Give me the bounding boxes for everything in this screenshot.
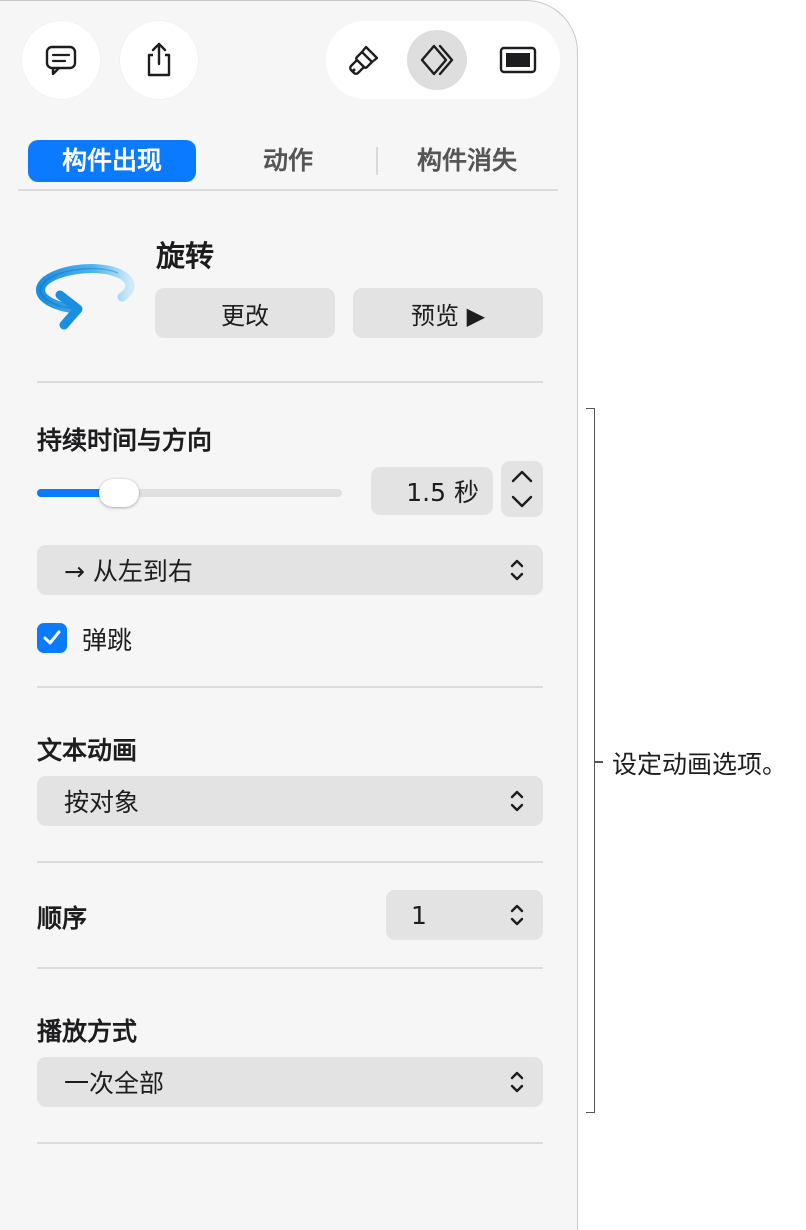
chevron-down-icon[interactable] <box>510 493 534 511</box>
order-value: 1 <box>411 900 427 930</box>
playback-select[interactable]: 一次全部 <box>37 1057 543 1107</box>
bounce-label[interactable]: 弹跳 <box>82 621 132 657</box>
text-animation-title: 文本动画 <box>37 736 138 765</box>
updown-chevron-icon <box>510 1071 524 1093</box>
playback-value: 一次全部 <box>64 1069 165 1098</box>
callout-text: 设定动画选项。 <box>612 750 788 779</box>
tab-bar: 构件出现 动作 构件消失 <box>18 133 558 189</box>
updown-chevron-icon <box>510 790 524 812</box>
updown-chevron-icon <box>510 904 524 926</box>
animate-button[interactable] <box>407 30 467 90</box>
playback-title: 播放方式 <box>37 1017 138 1046</box>
paintbrush-icon <box>349 45 379 75</box>
text-animation-value: 按对象 <box>64 788 140 817</box>
order-select[interactable]: 1 <box>386 890 543 940</box>
rotate-arrow-icon <box>36 264 135 330</box>
callout-tick <box>595 761 603 763</box>
inspector-segmented-control <box>326 21 560 99</box>
tab-build-out[interactable]: 构件消失 <box>388 140 546 182</box>
document-button[interactable] <box>488 30 548 90</box>
share-button[interactable] <box>120 21 198 99</box>
divider <box>37 381 543 383</box>
animate-sidebar: 构件出现 动作 构件消失 旋转 更改 预览 ▶ 持续时间与方向 1.5 秒 → … <box>0 0 578 1230</box>
format-button[interactable] <box>334 30 394 90</box>
duration-slider[interactable] <box>37 489 342 497</box>
tab-build-in[interactable]: 构件出现 <box>28 140 196 182</box>
duration-stepper[interactable] <box>501 461 543 517</box>
comment-button[interactable] <box>22 21 100 99</box>
text-animation-select[interactable]: 按对象 <box>37 776 543 826</box>
chevron-up-icon[interactable] <box>510 467 534 485</box>
duration-section-title: 持续时间与方向 <box>37 426 213 455</box>
document-icon <box>499 46 537 74</box>
duration-value-field[interactable]: 1.5 秒 <box>371 467 493 515</box>
tab-action[interactable]: 动作 <box>218 140 358 182</box>
divider <box>37 1142 543 1144</box>
animate-icon <box>420 44 454 76</box>
direction-select[interactable]: → 从左到右 <box>37 545 543 595</box>
divider <box>37 686 543 688</box>
divider <box>37 967 543 969</box>
direction-value: → 从左到右 <box>64 557 193 586</box>
callout-bracket <box>586 408 595 1113</box>
bounce-checkbox[interactable] <box>37 623 67 653</box>
order-label: 顺序 <box>37 904 88 933</box>
preview-button[interactable]: 预览 ▶ <box>353 288 543 338</box>
duration-slider-thumb[interactable] <box>99 479 140 507</box>
updown-chevron-icon <box>510 559 524 581</box>
tab-divider <box>376 147 378 175</box>
checkmark-icon <box>43 630 61 645</box>
change-button[interactable]: 更改 <box>155 288 335 338</box>
divider <box>37 861 543 863</box>
share-icon <box>147 42 171 77</box>
animation-title: 旋转 <box>156 239 215 273</box>
comment-icon <box>45 45 77 76</box>
divider <box>18 189 558 191</box>
